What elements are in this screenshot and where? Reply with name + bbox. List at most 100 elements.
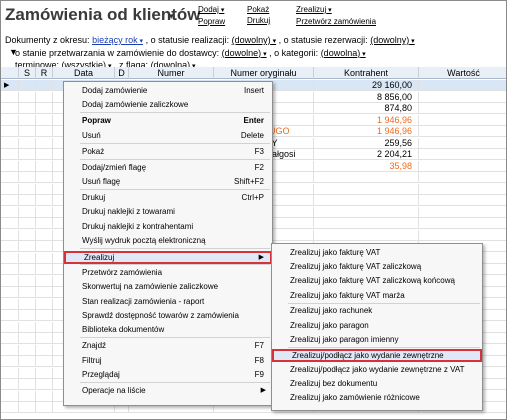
cell (419, 126, 506, 137)
submenu-item-zrealizuj-jako-rachunek[interactable]: Zrealizuj jako rachunek (272, 305, 482, 318)
header-date[interactable]: Data (53, 67, 115, 79)
menu-item-label: Drukuj naklejki z kontrahentami (82, 221, 194, 231)
submenu-item-zrealizuj-jako-fakture-vat-zaliczkowa[interactable]: Zrealizuj jako fakturę VAT zaliczkową (272, 261, 482, 274)
empty-cell (1, 229, 19, 241)
empty-cell (314, 218, 419, 229)
edit-button[interactable]: Popraw (198, 16, 225, 27)
cell-value: 874,80 (314, 103, 419, 114)
header-indicator (1, 67, 19, 79)
period-filter[interactable]: bieżący rok (92, 35, 143, 45)
empty-cell (36, 310, 53, 321)
row-pointer-icon: ▶ (1, 80, 19, 91)
category-filter[interactable]: (dowolna) (321, 48, 366, 58)
processing-filter[interactable]: (dowolne) (222, 48, 267, 58)
menu-item-label: Biblioteka dokumentów (82, 325, 165, 335)
empty-cell (19, 275, 36, 287)
menu-item-pokaz[interactable]: Pokaż F3 (64, 146, 272, 159)
submenu-item-zrealizuj-podlacz-jako-wydanie-zewnetrzne[interactable]: Zrealizuj/podłącz jako wydanie zewnętrzn… (272, 349, 482, 363)
header-d[interactable]: D (115, 67, 129, 79)
empty-cell (1, 241, 19, 252)
menu-item-dodaj-zmien-flage[interactable]: Dodaj/zmień flagę F2 (64, 162, 272, 175)
empty-cell (19, 344, 36, 356)
menu-item-drukuj[interactable]: Drukuj Ctrl+P (64, 192, 272, 205)
empty-cell (419, 207, 506, 218)
cell-value: 8 856,00 (314, 91, 419, 103)
submenu-item-zrealizuj-jako-fakture-vat-zaliczkowa-koncowa[interactable]: Zrealizuj jako fakturę VAT zaliczkową ko… (272, 275, 482, 288)
realization-filter[interactable]: (dowolny) (232, 35, 276, 45)
menu-item-usun[interactable]: Usuń Delete (64, 130, 272, 143)
menu-item-popraw[interactable]: Popraw Enter (64, 115, 272, 128)
menu-item-label: Dodaj zamówienie (82, 86, 148, 95)
menu-item-operacje-na-liscie[interactable]: Operacje na liście ▶ (64, 385, 272, 398)
menu-item-label: Przeglądaj (82, 370, 120, 380)
empty-cell (419, 195, 506, 206)
empty-cell (1, 287, 19, 298)
menu-item-label: Drukuj (82, 192, 106, 202)
empty-cell (1, 390, 19, 402)
menu-separator (80, 112, 270, 114)
title-dropdown-icon[interactable]: ▾ (169, 11, 174, 22)
menu-item-znajdz[interactable]: Znajdź F7 (64, 340, 272, 353)
submenu-item-zrealizuj-jako-paragon[interactable]: Zrealizuj jako paragon (272, 320, 482, 333)
empty-cell (314, 229, 419, 241)
cell-value: 1 946,96 (314, 126, 419, 137)
menu-item-przegladaj[interactable]: Przeglądaj F9 (64, 369, 272, 382)
show-button[interactable]: Pokaż (247, 4, 270, 15)
realize-button[interactable]: Zrealizuj (296, 4, 376, 16)
cell (419, 92, 506, 103)
header-r[interactable]: R (36, 67, 53, 79)
menu-item-przetworz-zamowienia[interactable]: Przetwórz zamówienia (64, 267, 272, 280)
menu-item-drukuj-naklejki-z-towarami[interactable]: Drukuj naklejki z towarami (64, 206, 272, 219)
submenu-item-zrealizuj-jako-fakture-vat-marza[interactable]: Zrealizuj jako fakturę VAT marża (272, 290, 482, 303)
menu-item-drukuj-naklejki-z-kontrahentami[interactable]: Drukuj naklejki z kontrahentami (64, 221, 272, 234)
empty-cell (36, 229, 53, 241)
header-value[interactable]: Wartość (419, 67, 506, 79)
empty-cell (19, 183, 36, 195)
empty-cell (19, 321, 36, 333)
menu-item-biblioteka-dokumentow[interactable]: Biblioteka dokumentów (64, 324, 272, 337)
print-button[interactable]: Drukuj (247, 15, 270, 26)
header-contractor[interactable]: Kontrahent (314, 67, 419, 79)
header-s[interactable]: S (19, 67, 36, 79)
menu-item-dodaj-zamowienie[interactable]: Dodaj zamówienie Insert (64, 85, 272, 98)
submenu-item-label: Zrealizuj/podłącz jako wydanie zewnętrzn… (290, 364, 465, 374)
row-indicator (1, 114, 19, 126)
submenu-item-zrealizuj-jako-paragon-imienny[interactable]: Zrealizuj jako paragon imienny (272, 334, 482, 347)
process-orders-button[interactable]: Przetwórz zamówienia (296, 16, 376, 27)
empty-cell (19, 287, 36, 298)
menu-item-wyslij-wydruk-poczta-elektroniczna[interactable]: Wyślij wydruk pocztą elektroniczną (64, 235, 272, 248)
header-number[interactable]: Numer (129, 67, 214, 79)
menu-item-dodaj-zamowienie-zaliczkowe[interactable]: Dodaj zamówienie zaliczkowe (64, 99, 272, 112)
submenu-item-zrealizuj-bez-dokumentu[interactable]: Zrealizuj bez dokumentu (272, 378, 482, 391)
submenu-item-zrealizuj-jako-zamowienie-roznicowe[interactable]: Zrealizuj jako zamówienie różnicowe (272, 392, 482, 405)
submenu-arrow-icon: ▶ (260, 387, 266, 394)
menu-item-stan-realizacji-zamowienia-raport[interactable]: Stan realizacji zamówienia - raport (64, 296, 272, 309)
add-button[interactable]: Dodaj (198, 4, 225, 16)
empty-cell (36, 264, 53, 275)
submenu-item-zrealizuj-jako-fakture-vat[interactable]: Zrealizuj jako fakturę VAT (272, 247, 482, 260)
menu-item-sprawdz-dostepnosc-towarow-z-zamowienia[interactable]: Sprawdź dostępność towarów z zamówienia (64, 310, 272, 323)
empty-cell (36, 298, 53, 310)
submenu-item-label: Zrealizuj jako fakturę VAT (290, 248, 381, 257)
row-indicator (1, 91, 19, 103)
reservation-filter[interactable]: (dowolny) (370, 35, 414, 45)
header-original-number[interactable]: Numer oryginału (214, 67, 314, 79)
cell (36, 126, 53, 137)
empty-cell (36, 390, 53, 402)
submenu-item-label: Zrealizuj/podłącz jako wydanie zewnętrzn… (292, 351, 444, 361)
menu-item-skonwertuj-na-zamowienie-zaliczkowe[interactable]: Skonwertuj na zamówienie zaliczkowe (64, 281, 272, 294)
menu-item-filtruj[interactable]: Filtruj F8 (64, 355, 272, 368)
menu-item-zrealizuj[interactable]: Zrealizuj ▶ (64, 250, 272, 264)
collapse-filters-icon[interactable]: ▼ (9, 47, 18, 57)
menu-separator (80, 158, 270, 160)
submenu-item-zrealizuj-podlacz-jako-wydanie-zewnetrzne-z-vat[interactable]: Zrealizuj/podłącz jako wydanie zewnętrzn… (272, 364, 482, 377)
empty-cell (19, 241, 36, 252)
empty-cell (19, 229, 36, 241)
menu-item-shortcut: F9 (254, 370, 264, 380)
submenu-item-label: Zrealizuj jako fakturę VAT zaliczkową (290, 262, 422, 272)
menu-separator (80, 337, 270, 339)
empty-cell (36, 287, 53, 298)
reservation-label: , o statusie rezerwacji: (278, 35, 368, 45)
menu-item-usun-flage[interactable]: Usuń flagę Shift+F2 (64, 176, 272, 189)
empty-cell (36, 367, 53, 379)
